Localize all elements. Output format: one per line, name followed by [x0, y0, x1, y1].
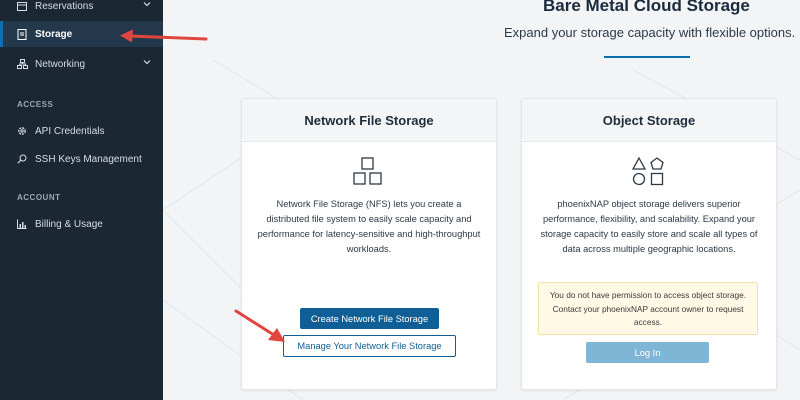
sidebar-item-ssh-keys[interactable]: SSH Keys Management: [0, 146, 163, 172]
object-storage-card: Object Storage phoenixNAP object storage…: [521, 98, 777, 390]
nfs-card: Network File Storage Network File Storag…: [241, 98, 497, 390]
nfs-card-description: Network File Storage (NFS) lets you crea…: [257, 199, 481, 254]
nfs-card-title: Network File Storage: [242, 99, 496, 142]
object-card-description: phoenixNAP object storage delivers super…: [540, 199, 758, 254]
calendar-icon: [17, 1, 35, 11]
sidebar-item-label: Storage: [35, 28, 73, 40]
sidebar-item-networking[interactable]: Networking: [0, 51, 163, 77]
permission-notice: You do not have permission to access obj…: [538, 282, 758, 335]
object-card-title: Object Storage: [522, 99, 776, 142]
gear-icon: [17, 126, 35, 136]
sidebar-item-reservations[interactable]: Reservations: [0, 0, 163, 19]
create-nfs-button[interactable]: Create Network File Storage: [300, 308, 439, 329]
sidebar-item-label: Billing & Usage: [35, 218, 103, 230]
network-icon: [17, 59, 35, 69]
sidebar-section-account: ACCOUNT: [17, 193, 61, 202]
sidebar-item-billing[interactable]: Billing & Usage: [0, 211, 163, 237]
page-subtitle: Expand your storage capacity with flexib…: [504, 25, 796, 40]
sidebar-item-label: Reservations: [35, 0, 94, 12]
sidebar-section-access: ACCESS: [17, 100, 54, 109]
storage-icon: [17, 28, 35, 40]
manage-nfs-button[interactable]: Manage Your Network File Storage: [283, 335, 456, 357]
sidebar-item-label: Networking: [35, 58, 86, 70]
page-title: Bare Metal Cloud Storage: [543, 0, 750, 15]
chevron-down-icon: [143, 0, 151, 11]
sidebar-item-label: API Credentials: [35, 125, 105, 137]
login-button[interactable]: Log In: [586, 342, 709, 363]
sidebar-item-label: SSH Keys Management: [35, 153, 142, 165]
annotation-arrow-storage: [120, 29, 208, 43]
title-underline: [604, 56, 690, 58]
sidebar-item-api-credentials[interactable]: API Credentials: [0, 118, 163, 144]
chevron-down-icon: [143, 58, 151, 69]
bar-chart-icon: [17, 219, 35, 229]
sidebar: Reservations Storage Networking ACCESS A…: [0, 0, 163, 400]
shapes-icon: [631, 156, 665, 192]
annotation-arrow-manage: [234, 309, 285, 342]
squares-icon: [351, 157, 385, 192]
key-search-icon: [17, 154, 35, 164]
